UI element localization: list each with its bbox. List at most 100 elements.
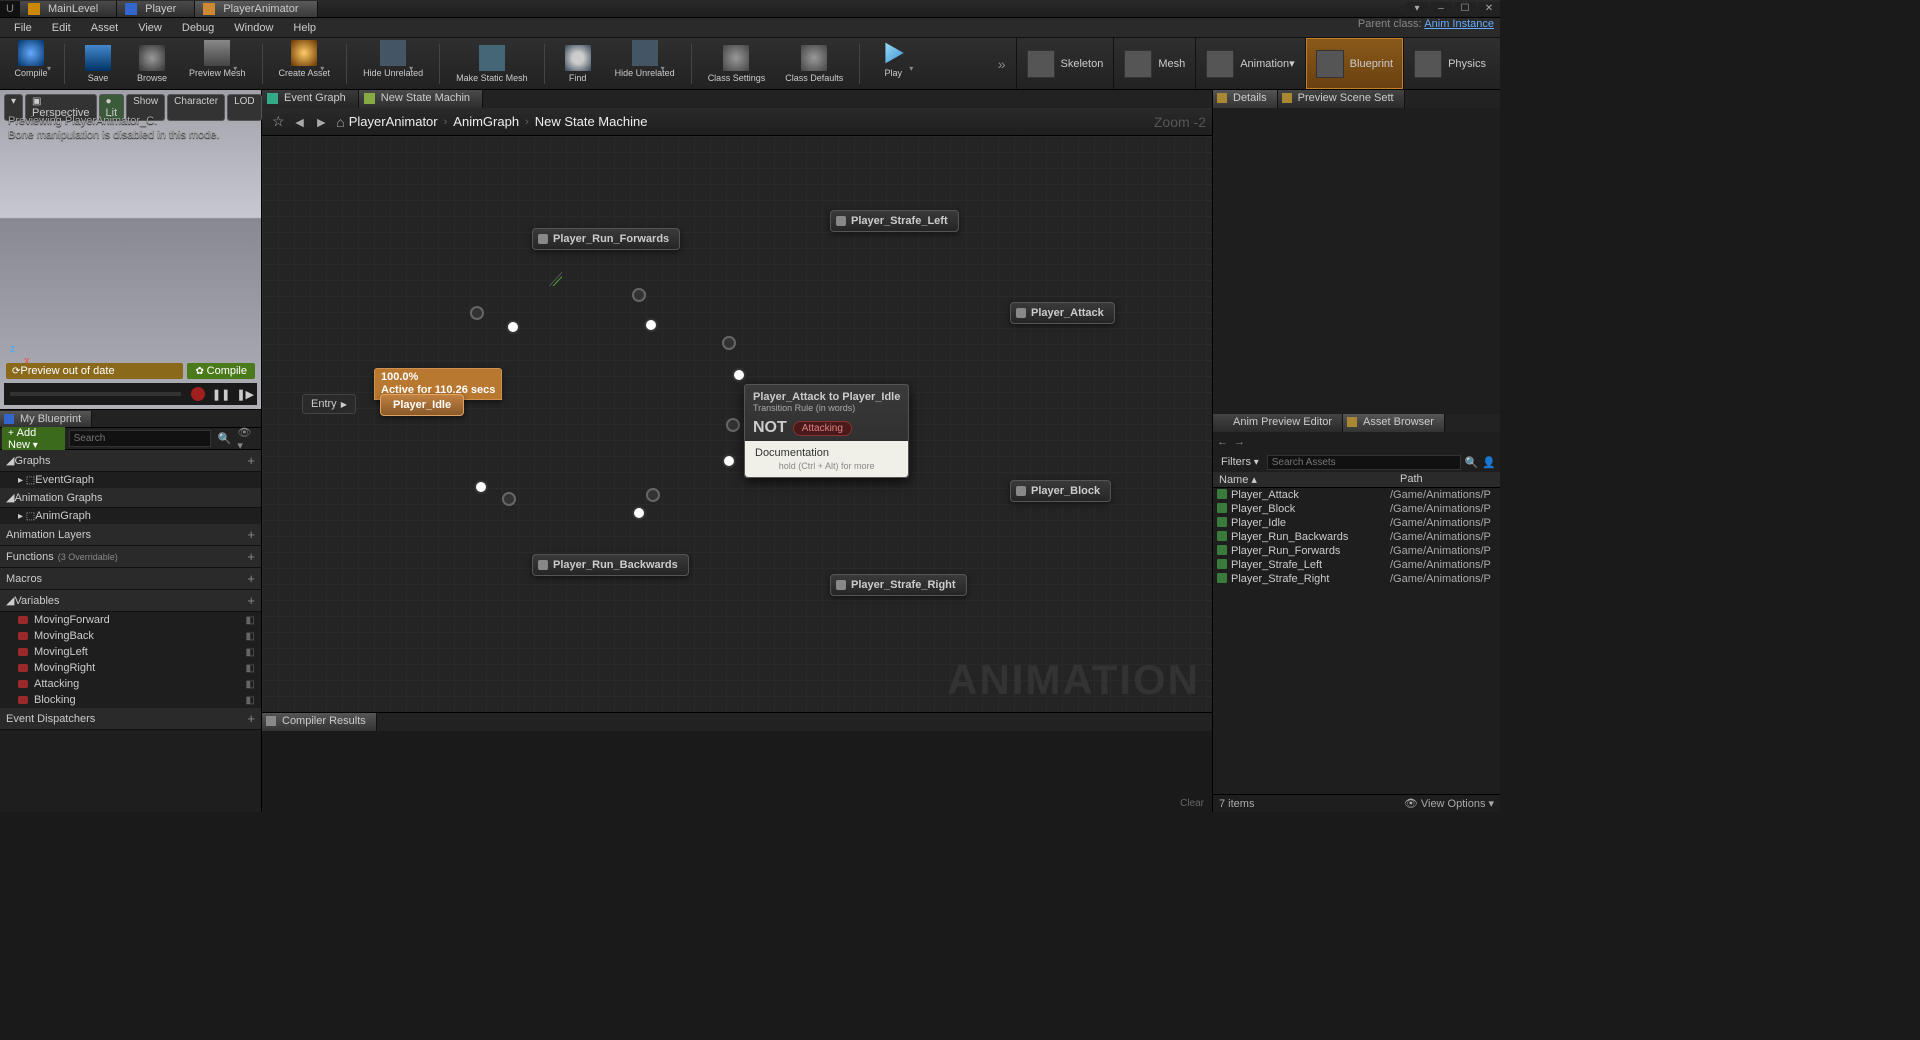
transition-icon[interactable] bbox=[732, 368, 746, 382]
asset-row[interactable]: Player_Run_Backwards/Game/Animations/P bbox=[1213, 530, 1500, 544]
eventgraph-item[interactable]: ▸ ⬚ EventGraph bbox=[0, 472, 261, 488]
asset-search-input[interactable] bbox=[1267, 455, 1461, 470]
transition-icon[interactable] bbox=[474, 480, 488, 494]
nav-back-button[interactable]: ◄ bbox=[293, 114, 307, 130]
view-options-icon[interactable]: 👁 ▾ bbox=[237, 426, 256, 452]
transition-icon[interactable] bbox=[506, 320, 520, 334]
viewport-lod-button[interactable]: LOD bbox=[227, 94, 262, 121]
var-visibility-icon[interactable]: ◧ bbox=[246, 647, 255, 658]
viewport-compile-button[interactable]: ✿ Compile bbox=[187, 363, 255, 379]
preview-mesh-button[interactable]: Preview Mesh bbox=[181, 36, 254, 91]
close-button[interactable]: ✕ bbox=[1478, 2, 1500, 16]
transition-icon[interactable] bbox=[646, 488, 660, 502]
filters-button[interactable]: Filters ▾ bbox=[1217, 456, 1263, 468]
view-options-button[interactable]: 👁 View Options ▾ bbox=[1404, 797, 1494, 810]
details-tab[interactable]: Details bbox=[1213, 90, 1278, 108]
breadcrumb-item[interactable]: AnimGraph bbox=[453, 114, 519, 129]
preview-viewport[interactable]: ▾ ▣ Perspective ● Lit Show Character LOD… bbox=[0, 90, 261, 410]
variable-item[interactable]: MovingLeft◧ bbox=[0, 644, 261, 660]
variables-category[interactable]: ◢Variables+ bbox=[0, 590, 261, 612]
animation-layers-category[interactable]: Animation Layers+ bbox=[0, 524, 261, 546]
menu-debug[interactable]: Debug bbox=[172, 20, 224, 36]
entry-node[interactable]: Entry bbox=[302, 394, 356, 414]
event-dispatchers-category[interactable]: Event Dispatchers+ bbox=[0, 708, 261, 730]
add-new-button[interactable]: + Add New ▾ bbox=[2, 425, 65, 453]
menu-edit[interactable]: Edit bbox=[42, 20, 81, 36]
asset-nav-back[interactable]: ← bbox=[1217, 436, 1228, 448]
state-node-block[interactable]: Player_Block bbox=[1010, 480, 1111, 502]
compiler-results-tab[interactable]: Compiler Results bbox=[262, 713, 377, 731]
column-name[interactable]: Name ▴ bbox=[1213, 472, 1394, 487]
make-static-mesh-button[interactable]: Make Static Mesh bbox=[448, 41, 536, 87]
transition-icon[interactable] bbox=[632, 506, 646, 520]
asset-row[interactable]: Player_Strafe_Left/Game/Animations/P bbox=[1213, 558, 1500, 572]
variable-item[interactable]: MovingRight◧ bbox=[0, 660, 261, 676]
state-node-strafe-right[interactable]: Player_Strafe_Right bbox=[830, 574, 967, 596]
compile-button[interactable]: Compile bbox=[6, 36, 56, 91]
asset-options-icon[interactable]: 👤 bbox=[1482, 456, 1496, 469]
transition-icon[interactable] bbox=[722, 336, 736, 350]
column-path[interactable]: Path bbox=[1394, 472, 1500, 487]
save-button[interactable]: Save bbox=[73, 41, 123, 87]
animgraph-item[interactable]: ▸ ⬚ AnimGraph bbox=[0, 508, 261, 524]
var-visibility-icon[interactable]: ◧ bbox=[246, 631, 255, 642]
add-function-button[interactable]: + bbox=[247, 549, 255, 564]
graphs-category[interactable]: ◢Graphs+ bbox=[0, 450, 261, 472]
hide-unrelated-button[interactable]: Hide Unrelated bbox=[355, 36, 431, 91]
window-tab-player[interactable]: Player bbox=[117, 1, 195, 17]
variable-item[interactable]: MovingBack◧ bbox=[0, 628, 261, 644]
my-blueprint-tab[interactable]: My Blueprint bbox=[0, 411, 92, 427]
state-node-run-backwards[interactable]: Player_Run_Backwards bbox=[532, 554, 689, 576]
hide-unrelated-button-2[interactable]: Hide Unrelated bbox=[607, 36, 683, 91]
menu-help[interactable]: Help bbox=[283, 20, 326, 36]
anim-preview-editor-tab[interactable]: Anim Preview Editor bbox=[1213, 414, 1343, 432]
record-button[interactable] bbox=[191, 387, 205, 401]
mode-overflow-icon[interactable]: » bbox=[988, 56, 1016, 72]
state-node-strafe-left[interactable]: Player_Strafe_Left bbox=[830, 210, 959, 232]
maximize-button[interactable]: ☐ bbox=[1454, 2, 1476, 16]
asset-row[interactable]: Player_Block/Game/Animations/P bbox=[1213, 502, 1500, 516]
asset-row[interactable]: Player_Strafe_Right/Game/Animations/P bbox=[1213, 572, 1500, 586]
favorite-icon[interactable]: ☆ bbox=[272, 113, 285, 130]
asset-row[interactable]: Player_Idle/Game/Animations/P bbox=[1213, 516, 1500, 530]
create-asset-button[interactable]: Create Asset bbox=[271, 36, 339, 91]
menu-file[interactable]: File bbox=[4, 20, 42, 36]
menu-window[interactable]: Window bbox=[224, 20, 283, 36]
mode-tab-animation[interactable]: Animation ▾ bbox=[1195, 38, 1304, 89]
var-visibility-icon[interactable]: ◧ bbox=[246, 615, 255, 626]
class-settings-button[interactable]: Class Settings bbox=[700, 41, 774, 87]
breadcrumb-item[interactable]: New State Machine bbox=[535, 114, 648, 129]
pause-button[interactable]: ❚❚ bbox=[212, 388, 230, 401]
add-macro-button[interactable]: + bbox=[247, 571, 255, 586]
timeline-slider[interactable] bbox=[10, 392, 181, 396]
state-node-attack[interactable]: Player_Attack bbox=[1010, 302, 1115, 324]
parent-class-link[interactable]: Anim Instance bbox=[1424, 18, 1494, 30]
add-layer-button[interactable]: + bbox=[247, 527, 255, 542]
add-dispatcher-button[interactable]: + bbox=[247, 711, 255, 726]
transition-icon[interactable] bbox=[470, 306, 484, 320]
minimize-button[interactable]: ‒ bbox=[1430, 2, 1452, 16]
asset-nav-forward[interactable]: → bbox=[1234, 436, 1245, 448]
var-visibility-icon[interactable]: ◧ bbox=[246, 695, 255, 706]
menu-view[interactable]: View bbox=[128, 20, 172, 36]
browse-button[interactable]: Browse bbox=[127, 41, 177, 87]
macros-category[interactable]: Macros+ bbox=[0, 568, 261, 590]
transition-icon[interactable] bbox=[644, 318, 658, 332]
my-blueprint-search[interactable] bbox=[69, 430, 211, 447]
window-tab-mainlevel[interactable]: MainLevel bbox=[20, 1, 117, 17]
transition-icon[interactable] bbox=[502, 492, 516, 506]
window-tab-playeranimator[interactable]: PlayerAnimator bbox=[195, 1, 317, 17]
play-button[interactable]: Play bbox=[868, 36, 918, 91]
graph-canvas[interactable]: Entry 100.0%Active for 110.26 secs Playe… bbox=[262, 136, 1212, 712]
transition-icon[interactable] bbox=[726, 418, 740, 432]
menu-asset[interactable]: Asset bbox=[81, 20, 129, 36]
step-button[interactable]: ❚▶ bbox=[236, 388, 254, 401]
var-visibility-icon[interactable]: ◧ bbox=[246, 679, 255, 690]
clear-button[interactable]: Clear bbox=[1180, 798, 1204, 809]
variable-item[interactable]: MovingForward◧ bbox=[0, 612, 261, 628]
graph-tab-state-machine[interactable]: New State Machin bbox=[359, 90, 483, 108]
graph-tab-eventgraph[interactable]: Event Graph bbox=[262, 90, 359, 108]
asset-row[interactable]: Player_Run_Forwards/Game/Animations/P bbox=[1213, 544, 1500, 558]
asset-browser-tab[interactable]: Asset Browser bbox=[1343, 414, 1445, 432]
class-defaults-button[interactable]: Class Defaults bbox=[777, 41, 851, 87]
